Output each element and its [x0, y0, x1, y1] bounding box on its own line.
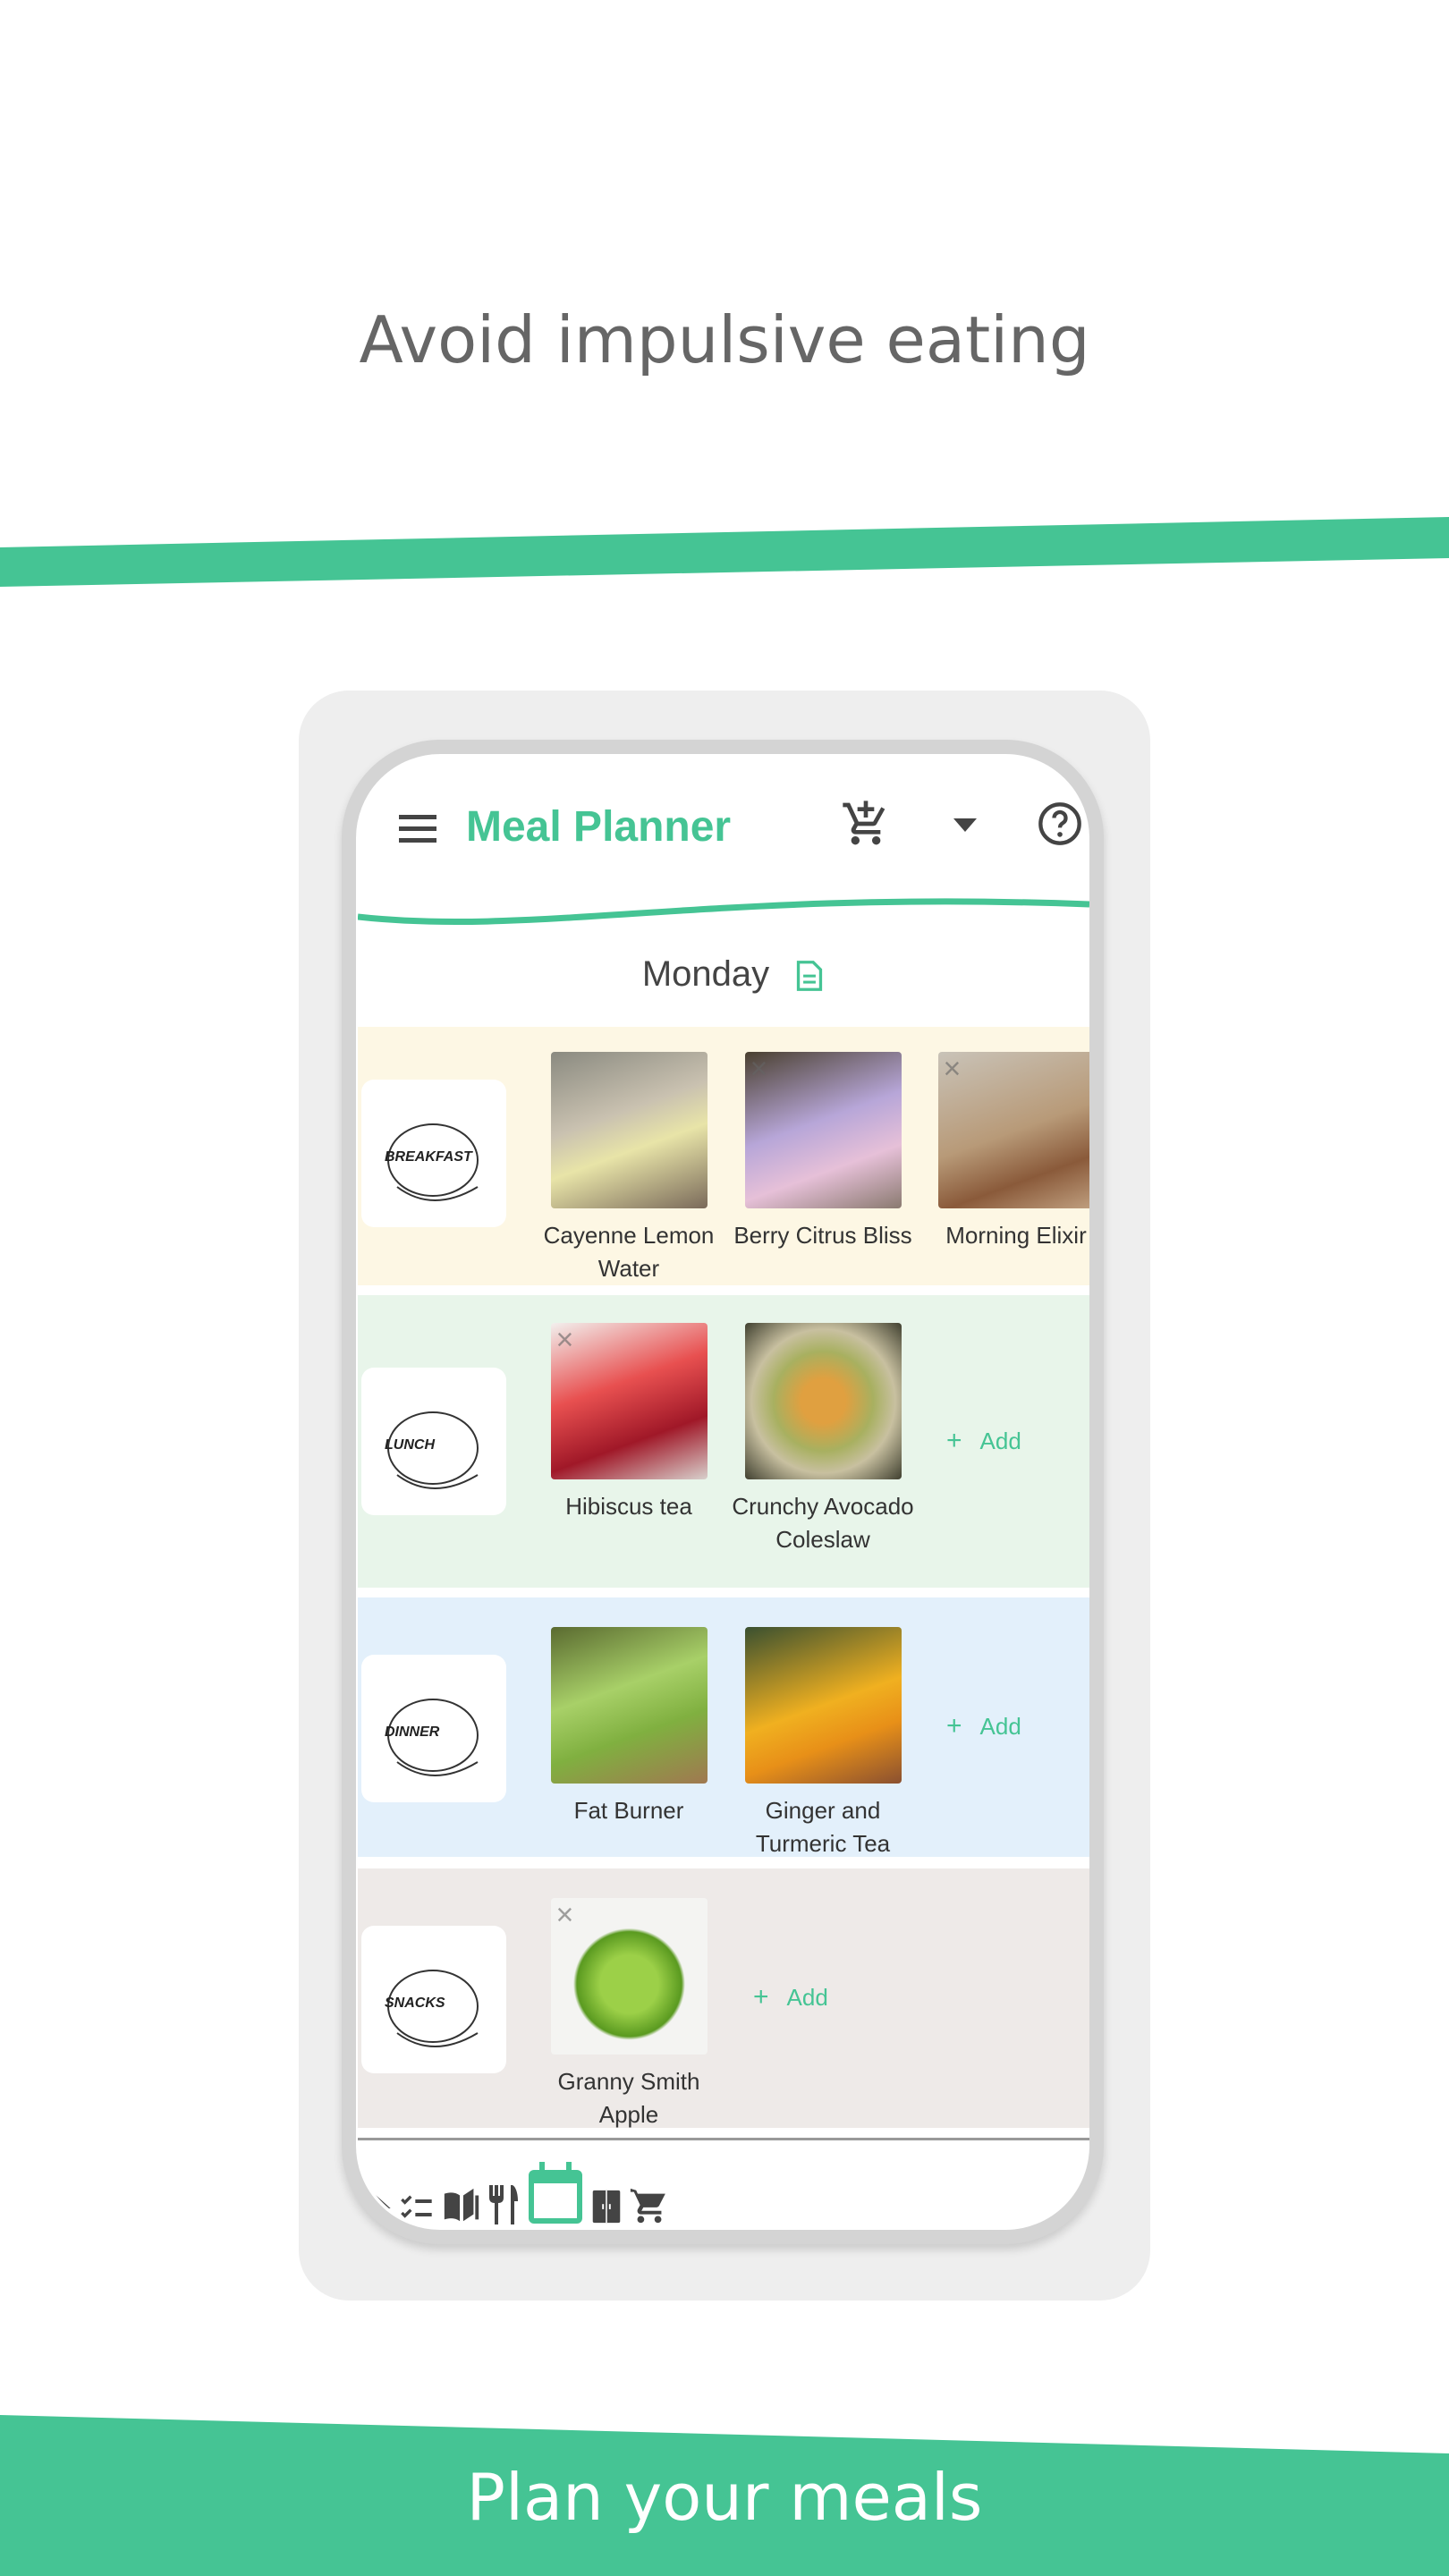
meal-row-lunch: LUNCH × Hibiscus tea Crunchy Avocado Colesl… [358, 1295, 1089, 1588]
pantry-icon[interactable] [589, 2189, 624, 2226]
meal-item-name: Granny Smith Apple [557, 2068, 700, 2128]
calendar-icon[interactable] [526, 2162, 585, 2226]
meal-row-snacks: SNACKS × Granny Smith Apple + Add [358, 1868, 1089, 2128]
add-meal-button[interactable]: + Add [946, 1711, 1021, 1741]
meal-item-image[interactable] [744, 1323, 902, 1479]
add-label: Add [979, 1713, 1021, 1740]
nav-divider [358, 2138, 1089, 2140]
close-icon[interactable]: × [750, 1054, 768, 1084]
meal-label: BREAKFAST [385, 1149, 472, 1165]
plus-icon: + [753, 1982, 769, 2012]
meal-item-image[interactable] [744, 1627, 902, 1784]
add-label: Add [786, 1984, 828, 2011]
meal-item-name: Cayenne Lemon Water [543, 1222, 715, 1282]
meal-label: SNACKS [385, 1996, 445, 2011]
meal-item[interactable]: Fat Burner [530, 1627, 727, 1827]
close-icon[interactable]: × [556, 1325, 574, 1355]
app-title: Meal Planner [466, 803, 732, 851]
home-icon[interactable] [358, 2190, 394, 2226]
meal-item[interactable]: × Granny Smith Apple [530, 1898, 727, 2131]
fork-knife-icon[interactable] [486, 2183, 521, 2226]
header-wave [358, 898, 1089, 926]
plus-icon: + [946, 1711, 962, 1741]
checklist-icon[interactable] [397, 2190, 436, 2226]
meal-label-image: SNACKS [361, 1926, 506, 2073]
meal-item-image[interactable]: × [550, 1323, 708, 1479]
meal-item-image[interactable] [550, 1052, 708, 1208]
meal-item-image[interactable]: × [744, 1052, 902, 1208]
meal-item[interactable]: Cayenne Lemon Water [530, 1052, 727, 1285]
decorative-band [0, 517, 1449, 587]
app-screen: Meal Planner Monday BREAKFAST Cayenne Lem… [358, 756, 1089, 2228]
bottom-nav [358, 2162, 1089, 2224]
menu-icon[interactable] [399, 813, 438, 845]
notes-icon[interactable] [794, 960, 825, 992]
close-icon[interactable]: × [556, 1900, 574, 1930]
meal-item-name: Crunchy Avocado Coleslaw [732, 1493, 914, 1553]
meal-item[interactable]: Ginger and Turmeric Tea [724, 1627, 921, 1860]
add-label: Add [979, 1427, 1021, 1454]
meal-item-name: Berry Citrus Bliss [733, 1222, 912, 1249]
meal-item-name: Hibiscus tea [565, 1493, 692, 1520]
add-meal-button[interactable]: + Add [753, 1982, 828, 2012]
meal-item-image[interactable] [550, 1627, 708, 1784]
meal-item-name: Ginger and Turmeric Tea [755, 1797, 891, 1857]
meal-row-dinner: DINNER Fat Burner Ginger and Turmeric Tea +… [358, 1597, 1089, 1857]
meal-label: LUNCH [385, 1437, 435, 1453]
meal-item[interactable]: Crunchy Avocado Coleslaw [724, 1323, 921, 1556]
meal-item-image[interactable]: × [550, 1898, 708, 2055]
meal-row-breakfast: BREAKFAST Cayenne Lemon Water × Berry Citru… [358, 1027, 1089, 1285]
meal-item[interactable]: × Morning Elixir [918, 1052, 1089, 1252]
plus-icon: + [946, 1425, 962, 1455]
cart-icon[interactable] [629, 2185, 670, 2226]
add-meal-button[interactable]: + Add [946, 1426, 1021, 1456]
footer-title: Plan your meals [466, 2460, 983, 2535]
meal-label-image: LUNCH [361, 1368, 506, 1515]
close-icon[interactable]: × [944, 1054, 962, 1084]
day-title: Monday [641, 954, 770, 994]
meal-item-name: Morning Elixir [945, 1222, 1087, 1249]
meal-item-image[interactable]: × [937, 1052, 1089, 1208]
meal-item[interactable]: × Hibiscus tea [530, 1323, 727, 1523]
recipe-book-icon[interactable] [441, 2185, 482, 2226]
meal-label-image: DINNER [361, 1655, 506, 1802]
meal-label: DINNER [385, 1724, 440, 1740]
meal-item[interactable]: × Berry Citrus Bliss [724, 1052, 921, 1252]
dropdown-icon[interactable] [953, 818, 977, 833]
cart-plus-icon[interactable] [841, 799, 891, 849]
meal-label-image: BREAKFAST [361, 1080, 506, 1227]
meal-item-name: Fat Burner [573, 1797, 684, 1824]
help-icon[interactable] [1037, 801, 1083, 847]
headline: Avoid impulsive eating [359, 302, 1090, 377]
